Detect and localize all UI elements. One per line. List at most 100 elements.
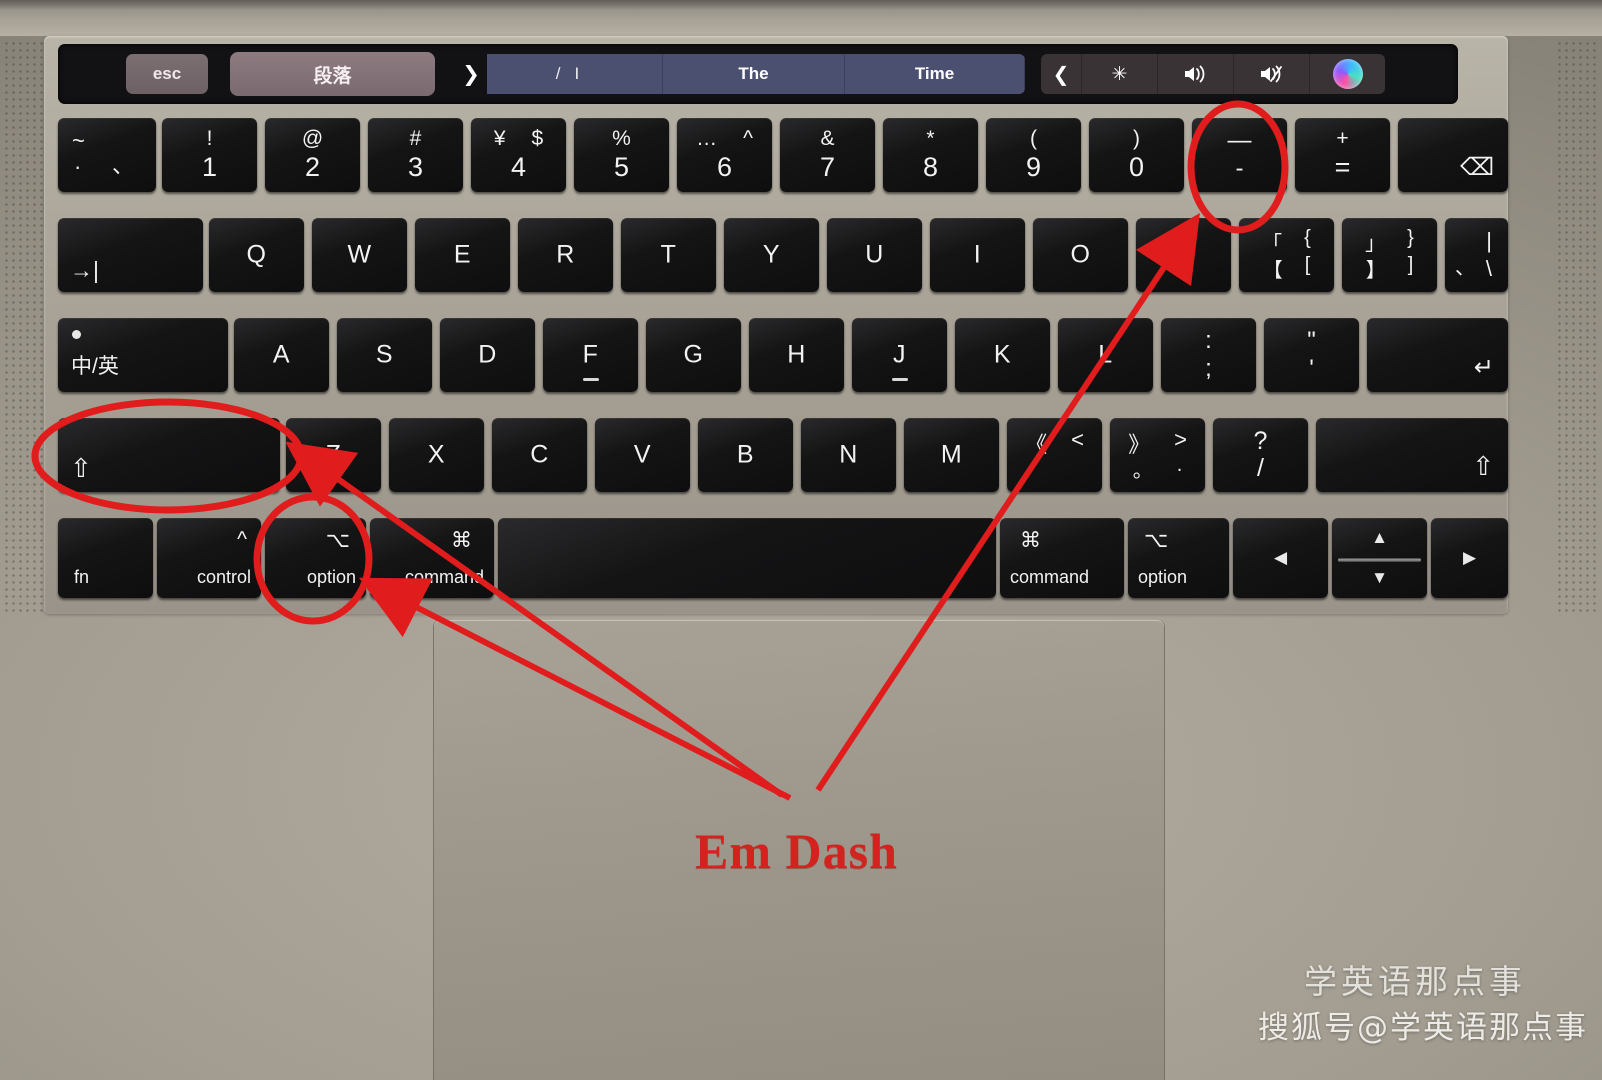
left-command-key[interactable]: ⌘ command xyxy=(370,518,494,598)
slash-key[interactable]: ? / xyxy=(1213,418,1308,492)
left-option-label: option xyxy=(306,567,356,587)
collapse-control-strip-icon[interactable]: ❮ xyxy=(1041,54,1082,94)
key-6-lower: 6 xyxy=(716,152,733,182)
key-l[interactable]: L xyxy=(1058,318,1153,392)
key-5[interactable]: % 5 xyxy=(574,118,669,192)
key-2[interactable]: @ 2 xyxy=(265,118,360,192)
arrow-left-key[interactable]: ◀ xyxy=(1233,518,1328,598)
touchbar-suggestion-2[interactable]: Time xyxy=(845,54,1025,94)
homing-bump-f-icon xyxy=(582,378,599,381)
key-n[interactable]: N xyxy=(801,418,896,492)
key-p[interactable]: P xyxy=(1136,218,1231,292)
key-e[interactable]: E xyxy=(415,218,510,292)
caps-lock-label: 中/英 xyxy=(71,355,119,378)
key-7[interactable]: & 7 xyxy=(780,118,875,192)
key-3-lower: 3 xyxy=(407,152,424,182)
key-d[interactable]: D xyxy=(440,318,535,392)
brightness-icon[interactable]: ✳ xyxy=(1082,54,1158,94)
key-x[interactable]: X xyxy=(389,418,484,492)
key-2-upper: @ xyxy=(301,127,324,150)
touch-bar[interactable]: esc 段落 ❯ / I The Time ❮ ✳ xyxy=(58,44,1458,104)
bracket-right-lower-cn: 】 xyxy=(1365,260,1386,282)
key-1[interactable]: ! 1 xyxy=(162,118,257,192)
key-a[interactable]: A xyxy=(234,318,329,392)
key-y[interactable]: Y xyxy=(724,218,819,292)
key-b[interactable]: B xyxy=(698,418,793,492)
key-i-label: I xyxy=(973,240,982,269)
key-s[interactable]: S xyxy=(337,318,432,392)
siri-icon[interactable] xyxy=(1310,54,1385,94)
bracket-left-upper: 「 { xyxy=(1239,227,1334,256)
key-k[interactable]: K xyxy=(955,318,1050,392)
quote-key[interactable]: " ' xyxy=(1264,318,1359,392)
caps-lock-key[interactable]: 中/英 xyxy=(58,318,228,392)
backslash-key[interactable]: | 、 \ xyxy=(1445,218,1508,292)
period-key[interactable]: 》 > 。 . xyxy=(1110,418,1205,492)
touchbar-suggestion-1[interactable]: The xyxy=(663,54,845,94)
minus-key[interactable]: — - xyxy=(1192,118,1287,192)
bracket-left-key[interactable]: 「 { 【 [ xyxy=(1239,218,1334,292)
chevron-right-icon[interactable]: ❯ xyxy=(455,54,487,94)
right-option-key[interactable]: ⌥ option xyxy=(1128,518,1229,598)
key-8[interactable]: * 8 xyxy=(883,118,978,192)
key-3[interactable]: # 3 xyxy=(368,118,463,192)
semicolon-lower: ; xyxy=(1205,355,1212,382)
touchbar-app-button[interactable]: 段落 xyxy=(230,52,435,96)
right-command-key[interactable]: ⌘ command xyxy=(1000,518,1124,598)
watermark-line-1: 学英语那点事 xyxy=(1304,962,1526,1001)
arrow-updown-key[interactable]: ▲ ▼ xyxy=(1332,518,1427,598)
key-z-label: Z xyxy=(325,440,342,469)
touchbar-control-strip[interactable]: ❮ ✳ xyxy=(1041,54,1385,94)
space-bar[interactable] xyxy=(498,518,996,598)
key-r[interactable]: R xyxy=(518,218,613,292)
equals-key-upper: + xyxy=(1336,127,1349,150)
key-6[interactable]: … ^ 6 xyxy=(677,118,772,192)
touchbar-candidate-marks[interactable]: / I xyxy=(487,54,663,94)
period-lower-cn: 。 xyxy=(1132,460,1153,482)
key-t[interactable]: T xyxy=(621,218,716,292)
arrow-right-key[interactable]: ▶ xyxy=(1431,518,1508,598)
touchbar-prediction-strip[interactable]: ❯ / I The Time xyxy=(455,54,1025,94)
left-shift-key[interactable]: ⇧ xyxy=(58,418,280,492)
key-m[interactable]: M xyxy=(904,418,999,492)
fn-key[interactable]: fn xyxy=(58,518,153,598)
key-4[interactable]: ¥ $ 4 xyxy=(471,118,566,192)
tilde-key[interactable]: ~ · 、 xyxy=(58,118,156,192)
key-0[interactable]: ) 0 xyxy=(1089,118,1184,192)
key-c[interactable]: C xyxy=(492,418,587,492)
key-i[interactable]: I xyxy=(930,218,1025,292)
touchbar-esc-button[interactable]: esc xyxy=(126,54,208,94)
candidate-mark-2: I xyxy=(574,64,594,83)
backspace-icon: ⌫ xyxy=(1460,154,1494,181)
key-o[interactable]: O xyxy=(1033,218,1128,292)
volume-up-icon[interactable] xyxy=(1158,54,1234,94)
arrow-down-icon[interactable]: ▼ xyxy=(1371,568,1388,588)
key-s-label: S xyxy=(375,340,394,369)
key-g[interactable]: G xyxy=(646,318,741,392)
delete-key[interactable]: ⌫ xyxy=(1398,118,1508,192)
key-w[interactable]: W xyxy=(312,218,407,292)
comma-upper: 《 < xyxy=(1007,427,1102,459)
key-9[interactable]: ( 9 xyxy=(986,118,1081,192)
key-v[interactable]: V xyxy=(595,418,690,492)
equals-key[interactable]: + = xyxy=(1295,118,1390,192)
bracket-right-key[interactable]: 」 } 】 ] xyxy=(1342,218,1437,292)
right-shift-key[interactable]: ⇧ xyxy=(1316,418,1508,492)
key-u[interactable]: U xyxy=(827,218,922,292)
key-j[interactable]: J xyxy=(852,318,947,392)
semicolon-key[interactable]: : ; xyxy=(1161,318,1256,392)
key-z[interactable]: Z xyxy=(286,418,381,492)
mute-icon[interactable] xyxy=(1234,54,1310,94)
return-key[interactable]: ↵ xyxy=(1367,318,1508,392)
arrow-up-icon[interactable]: ▲ xyxy=(1371,528,1388,548)
key-h[interactable]: H xyxy=(749,318,844,392)
minus-key-lower: - xyxy=(1235,155,1244,182)
key-q[interactable]: Q xyxy=(209,218,304,292)
left-option-key[interactable]: ⌥ option xyxy=(265,518,366,598)
tab-key[interactable]: →| xyxy=(58,218,203,292)
key-f[interactable]: F xyxy=(543,318,638,392)
comma-key[interactable]: 《 < ， xyxy=(1007,418,1102,492)
key-5-lower: 5 xyxy=(613,152,630,182)
control-key[interactable]: ^ control xyxy=(157,518,261,598)
bracket-right-upper-cn: 」 xyxy=(1365,233,1386,255)
